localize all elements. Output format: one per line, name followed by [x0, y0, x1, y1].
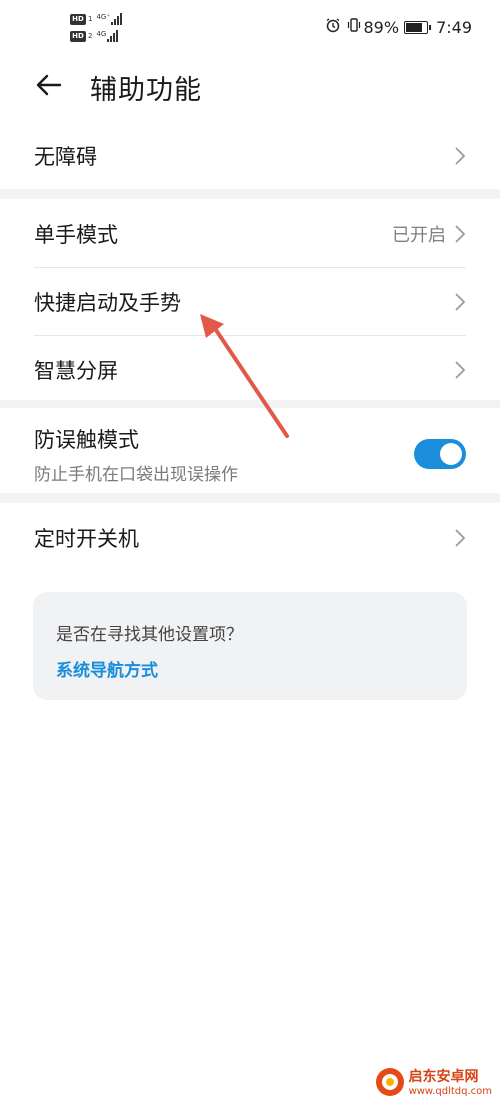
chevron-right-icon	[455, 146, 466, 165]
group-anti-mistouch: 防误触模式 防止手机在口袋出现误操作	[0, 408, 500, 500]
row-label: 单手模式	[34, 222, 118, 247]
row-label: 快捷启动及手势	[34, 290, 181, 315]
section-divider	[0, 189, 500, 199]
row-right	[454, 146, 466, 166]
suggestion-card: 是否在寻找其他设置项？ 系统导航方式	[33, 592, 467, 700]
watermark: 启东安卓网 www.qdltdq.com	[375, 1066, 492, 1097]
row-texts: 防误触模式 防止手机在口袋出现误操作	[34, 424, 238, 485]
sim1-row: HD 1 4G⁺	[70, 12, 129, 26]
chevron-right-icon	[455, 292, 466, 311]
watermark-texts: 启东安卓网 www.qdltdq.com	[409, 1066, 492, 1097]
watermark-url: www.qdltdq.com	[408, 1086, 492, 1097]
row-label: 无障碍	[34, 144, 97, 169]
sim-number: 1	[88, 15, 93, 23]
sim-signals: HD 1 4G⁺ HD 2 4G	[70, 12, 129, 46]
anti-mistouch-toggle[interactable]	[414, 439, 466, 469]
network-type: 4G	[96, 30, 107, 38]
group-scheduled-power: 定时开关机	[0, 504, 500, 571]
group-gestures: 单手模式 已开启 快捷启动及手势 智慧分屏	[0, 200, 500, 403]
row-accessibility[interactable]: 无障碍	[34, 122, 466, 189]
watermark-title: 启东安卓网	[408, 1069, 479, 1085]
status-bar: HD 1 4G⁺ HD 2 4G 89% 7:49	[0, 0, 500, 56]
network-type: 4G⁺	[96, 13, 111, 21]
page-title: 辅助功能	[90, 75, 202, 106]
sim-number: 2	[88, 32, 93, 40]
row-value: 已开启	[392, 224, 446, 246]
suggestion-question: 是否在寻找其他设置项？	[56, 625, 243, 645]
row-quick-launch[interactable]: 快捷启动及手势	[34, 267, 466, 335]
row-right	[454, 360, 466, 380]
signal-icon	[107, 30, 119, 42]
row-label: 智慧分屏	[34, 358, 118, 383]
watermark-logo-icon	[375, 1067, 404, 1096]
row-right	[454, 528, 466, 548]
clock-time: 7:49	[436, 17, 472, 37]
vibrate-icon	[347, 17, 361, 37]
toggle-knob	[440, 443, 462, 465]
row-one-hand-mode[interactable]: 单手模式 已开启	[34, 200, 466, 267]
group-accessibility: 无障碍	[0, 122, 500, 189]
row-anti-mistouch[interactable]: 防误触模式 防止手机在口袋出现误操作	[34, 408, 466, 500]
chevron-right-icon	[455, 224, 466, 243]
chevron-right-icon	[455, 528, 466, 547]
status-right: 89% 7:49	[325, 17, 472, 37]
system-navigation-link[interactable]: 系统导航方式	[56, 656, 158, 681]
row-label: 定时开关机	[34, 526, 139, 551]
row-right: 已开启	[392, 221, 466, 247]
row-scheduled-power[interactable]: 定时开关机	[34, 504, 466, 571]
battery-percent: 89%	[363, 17, 400, 37]
battery-icon	[404, 20, 432, 34]
chevron-right-icon	[455, 360, 466, 379]
section-divider	[0, 493, 500, 503]
sim2-row: HD 2 4G	[70, 29, 129, 43]
arrow-left-icon[interactable]	[34, 70, 64, 100]
row-right	[454, 292, 466, 312]
row-label: 防误触模式	[34, 427, 139, 452]
hd-badge: HD	[70, 30, 86, 42]
signal-icon	[111, 13, 123, 25]
row-smart-split[interactable]: 智慧分屏	[34, 335, 466, 403]
row-subtitle: 防止手机在口袋出现误操作	[34, 464, 238, 485]
alarm-icon	[325, 17, 341, 37]
app-header: 辅助功能	[0, 56, 500, 114]
hd-badge: HD	[70, 13, 86, 25]
